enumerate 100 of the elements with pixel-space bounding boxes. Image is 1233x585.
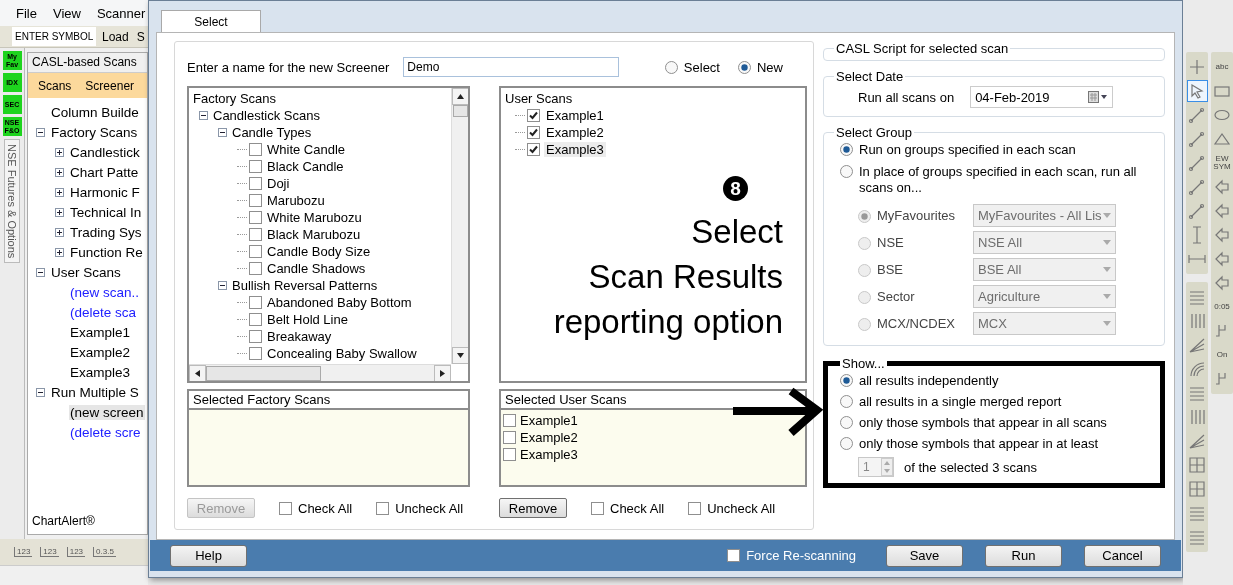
expand-icon[interactable] (55, 187, 64, 197)
expand-icon[interactable] (55, 147, 64, 157)
checkbox[interactable] (727, 549, 741, 563)
tree-item[interactable]: Chart Patte (69, 164, 140, 180)
side-tab[interactable]: NSE Futures & Options (4, 139, 20, 264)
scroll-right-icon[interactable] (439, 370, 446, 378)
tree-item[interactable]: Example3 (69, 364, 132, 380)
expand-icon[interactable] (55, 207, 64, 217)
checkbox[interactable] (249, 313, 262, 327)
radio-button[interactable] (840, 437, 853, 451)
tree-item[interactable]: Candlestick Scans (213, 108, 320, 124)
tool-button[interactable]: EW SYM (1211, 152, 1233, 174)
collapse-icon[interactable] (36, 127, 45, 137)
checkbox[interactable] (249, 296, 262, 310)
tool-button[interactable]: On (1211, 344, 1233, 366)
scan-name[interactable]: Example3 (544, 142, 606, 158)
name-field[interactable]: Demo (403, 57, 620, 78)
date-field[interactable]: 04-Feb-2019 (970, 86, 1114, 109)
tree-item[interactable]: Example1 (69, 324, 132, 340)
dialog-button[interactable]: Cancel (1084, 544, 1161, 567)
tree-item[interactable]: Example2 (69, 344, 132, 360)
collapse-icon[interactable] (218, 128, 227, 138)
checkbox[interactable] (527, 143, 540, 157)
menu-item[interactable]: Screener (85, 78, 135, 93)
tool-button[interactable]: 0:05 (1211, 296, 1233, 318)
tree-link[interactable]: (delete sca (69, 304, 138, 320)
tab[interactable]: Select (161, 10, 261, 33)
tool-button[interactable] (1186, 478, 1208, 500)
tree-item[interactable]: User Scans (50, 264, 122, 280)
expand-icon[interactable] (55, 247, 64, 257)
checkbox[interactable] (249, 228, 262, 242)
dialog-button[interactable]: Run (985, 544, 1062, 567)
checkbox[interactable] (503, 448, 516, 462)
radio-button[interactable] (664, 61, 678, 75)
checkbox[interactable] (527, 109, 540, 123)
tool-button[interactable]: 123 (66, 547, 86, 557)
tree-item[interactable]: Technical In (69, 204, 143, 220)
tree-item[interactable]: Function Re (69, 244, 144, 260)
checkbox[interactable] (249, 262, 262, 276)
radio-button[interactable] (840, 416, 853, 430)
toolbar-button[interactable]: Load (100, 29, 131, 44)
checkbox[interactable] (249, 330, 262, 344)
expand-icon[interactable] (55, 167, 64, 177)
tool-button[interactable] (1186, 80, 1208, 102)
radio-button[interactable] (840, 374, 853, 388)
tree-item[interactable]: (new screen (69, 404, 145, 420)
checkbox[interactable] (249, 177, 262, 191)
help-button[interactable]: Help (170, 544, 247, 567)
scroll-up-icon[interactable] (457, 93, 464, 101)
tree-item[interactable]: Bullish Reversal Patterns (232, 278, 378, 294)
checkbox[interactable] (249, 245, 262, 259)
checkbox[interactable] (249, 160, 262, 174)
checkbox[interactable] (249, 211, 262, 225)
radio-button[interactable] (840, 165, 853, 179)
tool-button[interactable] (1186, 454, 1208, 476)
menu-item[interactable]: File (8, 5, 45, 21)
collapse-icon[interactable] (218, 281, 227, 291)
symbol-field[interactable]: ENTER SYMBOL (12, 27, 96, 46)
checkbox[interactable] (688, 501, 702, 515)
radio-button[interactable] (738, 61, 751, 75)
tree-link[interactable]: (delete scre (69, 424, 142, 440)
collapse-icon[interactable] (36, 387, 45, 397)
collapse-icon[interactable] (36, 267, 45, 277)
checkbox[interactable] (503, 414, 516, 428)
tool-button[interactable]: abc (1211, 56, 1233, 78)
remove-button[interactable]: Remove (499, 498, 567, 519)
scroll-down-icon[interactable] (457, 352, 464, 360)
checkbox[interactable] (503, 431, 516, 445)
checkbox[interactable] (249, 347, 262, 361)
tool-button[interactable]: 123 (40, 547, 59, 557)
radio-button[interactable] (840, 143, 853, 157)
scan-name[interactable]: Example2 (544, 125, 606, 141)
checkbox[interactable] (591, 501, 604, 515)
dialog-button[interactable]: Save (886, 544, 963, 567)
scrollbar-thumb[interactable] (206, 366, 321, 382)
scrollbar-thumb[interactable] (453, 105, 468, 118)
tree-item[interactable]: Candlestick (69, 144, 141, 160)
expand-icon[interactable] (55, 227, 64, 237)
radio-button[interactable] (840, 395, 853, 409)
tree-item[interactable]: Candle Types (232, 125, 312, 141)
tree-item[interactable]: Harmonic F (69, 184, 141, 200)
tree-item[interactable]: Factory Scans (50, 124, 139, 140)
tool-button[interactable]: 0.3.5 (93, 547, 116, 557)
checkbox[interactable] (376, 501, 390, 515)
menu-item[interactable]: View (44, 5, 89, 21)
scroll-left-icon[interactable] (194, 370, 201, 378)
checkbox[interactable] (249, 194, 262, 208)
checkbox[interactable] (249, 143, 262, 157)
checkbox[interactable] (527, 126, 540, 140)
tree-link[interactable]: (new scan.. (69, 284, 141, 300)
tree-item[interactable]: Trading Sys (69, 224, 143, 240)
tree-item[interactable]: Column Builde (50, 104, 140, 120)
tree-item[interactable]: Run Multiple S (50, 384, 140, 400)
list-title: User Scans (505, 91, 573, 107)
toolbar-button[interactable]: S (134, 29, 147, 44)
tool-button[interactable]: 123 (14, 547, 33, 557)
collapse-icon[interactable] (199, 111, 208, 121)
menu-item[interactable]: Scans (38, 78, 72, 93)
checkbox[interactable] (279, 501, 292, 515)
scan-name[interactable]: Example1 (544, 108, 606, 124)
